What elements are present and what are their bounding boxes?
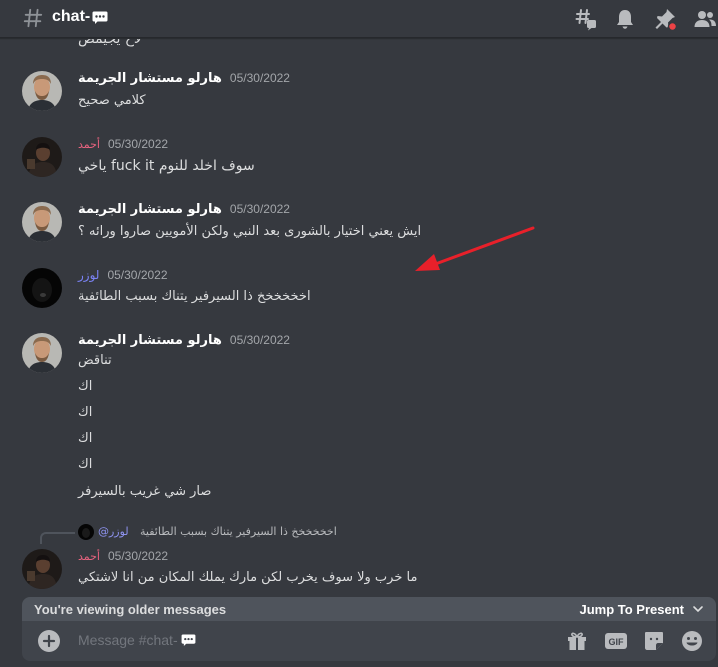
speech-bubble-icon [92, 11, 108, 24]
message-input[interactable]: Message #chat- [78, 632, 196, 648]
avatar[interactable] [22, 71, 62, 111]
message-text: اخخخخخخ ذا السيرفير يتناك بسبب الطائفية [78, 289, 311, 304]
jump-to-present-label: Jump To Present [579, 601, 684, 617]
hash-icon [23, 8, 43, 28]
reply-connector [40, 532, 75, 544]
message-text: اك [78, 379, 93, 394]
channel-header: chat- [0, 0, 718, 38]
timestamp: 05/30/2022 [229, 202, 290, 216]
message-text: ايش يعني اختيار بالشورى بعد النبي ولكن ا… [78, 224, 422, 239]
members-icon[interactable] [693, 7, 717, 31]
reply-mention[interactable]: @لوزر [98, 525, 129, 538]
author-name[interactable]: هارلو مستشار الجريمة [78, 202, 222, 217]
message-text: اك [78, 457, 93, 472]
older-messages-bar: You're viewing older messages Jump To Pr… [22, 597, 716, 621]
gift-icon[interactable] [565, 629, 589, 653]
message-composer[interactable]: Message #chat- GIF [22, 621, 716, 661]
message-text: تناقض [78, 353, 112, 368]
channel-name-text: chat- [52, 8, 91, 25]
avatar[interactable] [22, 137, 62, 177]
threads-icon[interactable] [574, 7, 598, 31]
sticker-icon[interactable] [642, 629, 666, 653]
message-list[interactable]: لاخ يجيمض هارلو مستشار الجريمة 05/30/202… [0, 39, 718, 599]
red-arrow-annotation [415, 226, 535, 271]
avatar[interactable] [22, 268, 62, 308]
message-text: كلامي صحيح [78, 93, 146, 108]
message-text: ما خرب ولا سوف يخرب لكن مارك يملك المكان… [78, 570, 418, 585]
speech-bubble-icon [181, 634, 196, 646]
older-messages-text: You're viewing older messages [34, 601, 227, 617]
timestamp: 05/30/2022 [108, 549, 169, 563]
message-input-placeholder: Message #chat- [78, 632, 178, 648]
author-name[interactable]: أحمد [78, 550, 100, 563]
gif-icon[interactable]: GIF [604, 629, 628, 653]
cut-off-message: لاخ يجيمض [78, 39, 142, 47]
avatar[interactable] [22, 202, 62, 242]
message-text: اك [78, 431, 93, 446]
timestamp: 05/30/2022 [229, 333, 290, 347]
timestamp: 05/30/2022 [108, 137, 169, 151]
jump-to-present-button[interactable]: Jump To Present [579, 602, 704, 617]
message-text: اك [78, 405, 93, 420]
author-name[interactable]: أحمد [78, 138, 100, 151]
avatar[interactable] [22, 333, 62, 373]
reply-preview-text[interactable]: اخخخخخخ ذا السيرفير يتناك بسبب الطائفية [140, 525, 337, 538]
add-attachment-button[interactable] [38, 630, 60, 652]
pin-icon[interactable] [653, 7, 677, 31]
avatar[interactable] [22, 549, 62, 589]
emoji-icon[interactable] [680, 629, 704, 653]
author-name[interactable]: هارلو مستشار الجريمة [78, 71, 222, 86]
svg-text:GIF: GIF [609, 637, 625, 647]
author-name[interactable]: هارلو مستشار الجريمة [78, 333, 222, 348]
timestamp: 05/30/2022 [107, 268, 168, 282]
timestamp: 05/30/2022 [229, 71, 290, 85]
reply-avatar[interactable] [78, 524, 94, 540]
message-text: ياخي fuck it سوف اخلد للنوم [78, 158, 255, 174]
channel-name: chat- [52, 8, 108, 26]
bell-icon[interactable] [613, 7, 637, 31]
author-name[interactable]: لوزر [78, 268, 99, 282]
chevron-down-icon [693, 606, 703, 613]
message-text: صار شي غريب بالسيرفر [78, 484, 212, 499]
